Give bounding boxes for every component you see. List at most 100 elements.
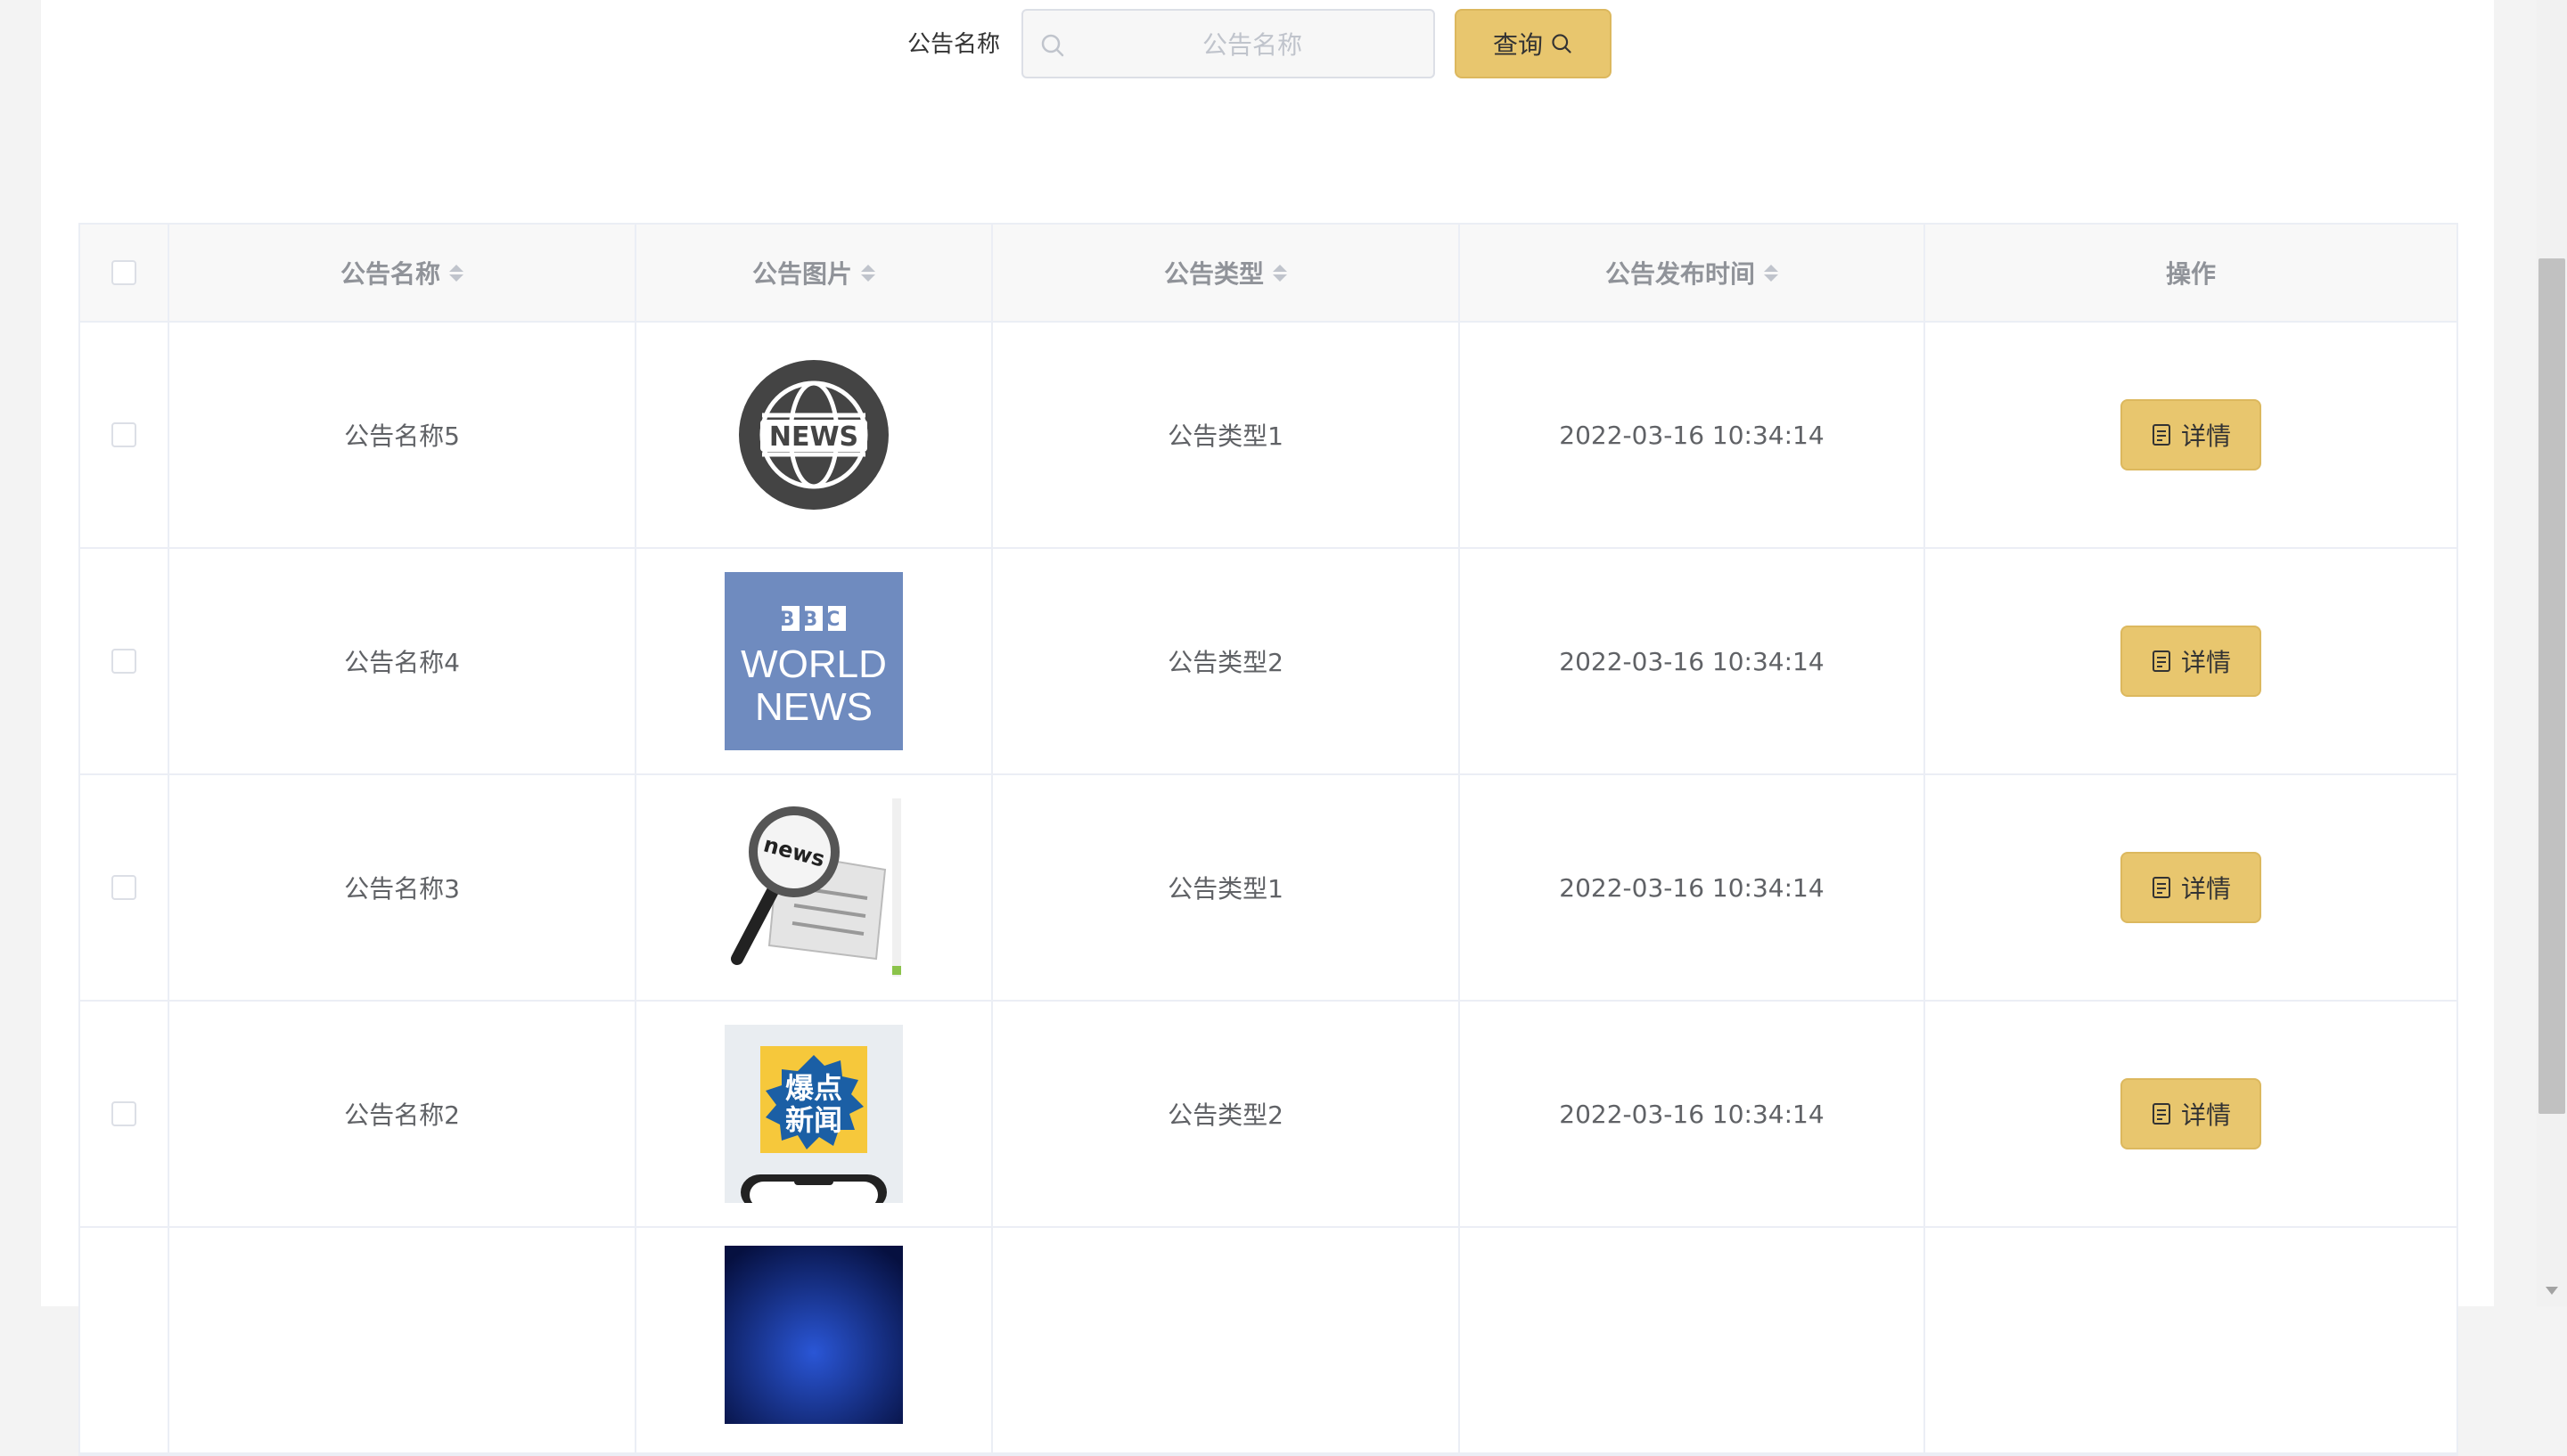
table-row: 公告名称4 BBC WORLD NEWS 公告类型2 2022-03-16 10… (80, 549, 2456, 775)
type-cell: 公告类型2 (993, 1002, 1460, 1226)
search-field[interactable] (1021, 9, 1435, 78)
query-button-label: 查询 (1492, 30, 1543, 60)
header-type[interactable]: 公告类型 (993, 225, 1460, 321)
publish-time: 2022-03-16 10:34:14 (1559, 1099, 1825, 1129)
news-magnifier-image[interactable]: news (725, 798, 903, 977)
select-cell (80, 323, 169, 547)
action-cell (1925, 1228, 2456, 1452)
name-cell: 公告名称2 (169, 1002, 636, 1226)
type-cell: 公告类型1 (993, 323, 1460, 547)
bbc-text: BBC (780, 609, 849, 631)
breaking-news-phone-image[interactable]: 爆点 新闻 (725, 1025, 903, 1203)
document-icon (2152, 1103, 2170, 1125)
table-row: 公告名称2 爆点 新闻 公告类型2 2022-03-16 10:34:14 详情 (80, 1002, 2456, 1228)
document-icon (2152, 877, 2170, 898)
table-row (80, 1228, 2456, 1454)
action-cell: 详情 (1925, 549, 2456, 773)
search-icon (1041, 34, 1064, 57)
news-text: NEWS (755, 685, 873, 729)
detail-button[interactable]: 详情 (2120, 1078, 2261, 1149)
type-cell (993, 1228, 1460, 1452)
sort-icon[interactable] (861, 264, 875, 282)
action-cell: 详情 (1925, 775, 2456, 1000)
detail-button[interactable]: 详情 (2120, 399, 2261, 470)
news-globe-icon[interactable]: NEWS (725, 346, 903, 524)
breaking-text-1: 爆点 (785, 1071, 842, 1105)
announcement-name: 公告名称3 (344, 874, 460, 904)
sort-icon[interactable] (1764, 264, 1778, 282)
world-text: WORLD (741, 642, 887, 686)
document-icon (2152, 424, 2170, 446)
type-cell: 公告类型2 (993, 549, 1460, 773)
header-actions: 操作 (1925, 225, 2456, 321)
announcement-type: 公告类型2 (1168, 1100, 1284, 1130)
header-name[interactable]: 公告名称 (169, 225, 636, 321)
name-cell (169, 1228, 636, 1452)
query-button[interactable]: 查询 (1455, 9, 1612, 78)
detail-button[interactable]: 详情 (2120, 852, 2261, 923)
type-cell: 公告类型1 (993, 775, 1460, 1000)
header-type-label: 公告类型 (1163, 259, 1264, 289)
blue-news-image[interactable] (725, 1246, 903, 1424)
header-name-label: 公告名称 (340, 259, 440, 289)
announcement-type: 公告类型2 (1168, 648, 1284, 677)
header-select-cell (80, 225, 169, 321)
image-cell: NEWS (636, 323, 993, 547)
header-image-label: 公告图片 (751, 259, 852, 289)
select-all-checkbox[interactable] (111, 260, 136, 285)
sort-icon[interactable] (449, 264, 463, 282)
row-checkbox[interactable] (111, 875, 136, 900)
detail-button-label: 详情 (2180, 421, 2231, 451)
announcement-type: 公告类型1 (1168, 421, 1284, 451)
time-cell: 2022-03-16 10:34:14 (1460, 323, 1925, 547)
table-header-row: 公告名称 公告图片 公告类型 公告发布时间 操作 (80, 225, 2456, 323)
select-cell (80, 1002, 169, 1226)
table-row: 公告名称5 NEWS 公告类型1 2022-03-16 10:34:14 详情 (80, 323, 2456, 549)
detail-button-label: 详情 (2180, 874, 2231, 904)
name-cell: 公告名称4 (169, 549, 636, 773)
row-checkbox[interactable] (111, 422, 136, 447)
time-cell: 2022-03-16 10:34:14 (1460, 775, 1925, 1000)
header-time-label: 公告发布时间 (1604, 259, 1755, 289)
bbc-world-news-logo[interactable]: BBC WORLD NEWS (725, 572, 903, 750)
time-cell: 2022-03-16 10:34:14 (1460, 549, 1925, 773)
image-cell: news (636, 775, 993, 1000)
table-row: 公告名称3 news 公告类型1 2022-03-16 10:34:14 详情 (80, 775, 2456, 1002)
publish-time: 2022-03-16 10:34:14 (1559, 420, 1825, 450)
row-checkbox[interactable] (111, 649, 136, 674)
sort-icon[interactable] (1273, 264, 1287, 282)
header-image[interactable]: 公告图片 (636, 225, 993, 321)
detail-button-label: 详情 (2180, 648, 2231, 677)
scrollbar-thumb[interactable] (2538, 258, 2565, 1114)
select-cell (80, 1228, 169, 1452)
publish-time: 2022-03-16 10:34:14 (1559, 872, 1825, 903)
document-icon (2152, 650, 2170, 672)
row-checkbox[interactable] (111, 1101, 136, 1126)
image-cell: BBC WORLD NEWS (636, 549, 993, 773)
announcement-name: 公告名称4 (344, 648, 460, 677)
announcement-name: 公告名称2 (344, 1100, 460, 1130)
select-cell (80, 549, 169, 773)
scroll-down-arrow-icon[interactable] (2546, 1287, 2558, 1295)
image-cell (636, 1228, 993, 1452)
name-cell: 公告名称5 (169, 323, 636, 547)
action-cell: 详情 (1925, 323, 2456, 547)
news-globe-text: NEWS (769, 421, 858, 453)
announcement-type: 公告类型1 (1168, 874, 1284, 904)
header-publish-time[interactable]: 公告发布时间 (1460, 225, 1925, 321)
search-label: 公告名称 (907, 31, 1001, 58)
search-icon (1552, 34, 1571, 53)
time-cell: 2022-03-16 10:34:14 (1460, 1002, 1925, 1226)
announcement-name: 公告名称5 (344, 421, 460, 451)
announcement-table: 公告名称 公告图片 公告类型 公告发布时间 操作 公告名称5 NEWS 公告类型… (78, 223, 2458, 1456)
vertical-scrollbar[interactable] (2537, 0, 2567, 1306)
action-cell: 详情 (1925, 1002, 2456, 1226)
search-input[interactable] (1077, 11, 1428, 78)
image-cell: 爆点 新闻 (636, 1002, 993, 1226)
name-cell: 公告名称3 (169, 775, 636, 1000)
publish-time: 2022-03-16 10:34:14 (1559, 646, 1825, 676)
breaking-text-2: 新闻 (785, 1103, 842, 1137)
detail-button[interactable]: 详情 (2120, 626, 2261, 697)
select-cell (80, 775, 169, 1000)
header-actions-label: 操作 (2165, 259, 2216, 289)
